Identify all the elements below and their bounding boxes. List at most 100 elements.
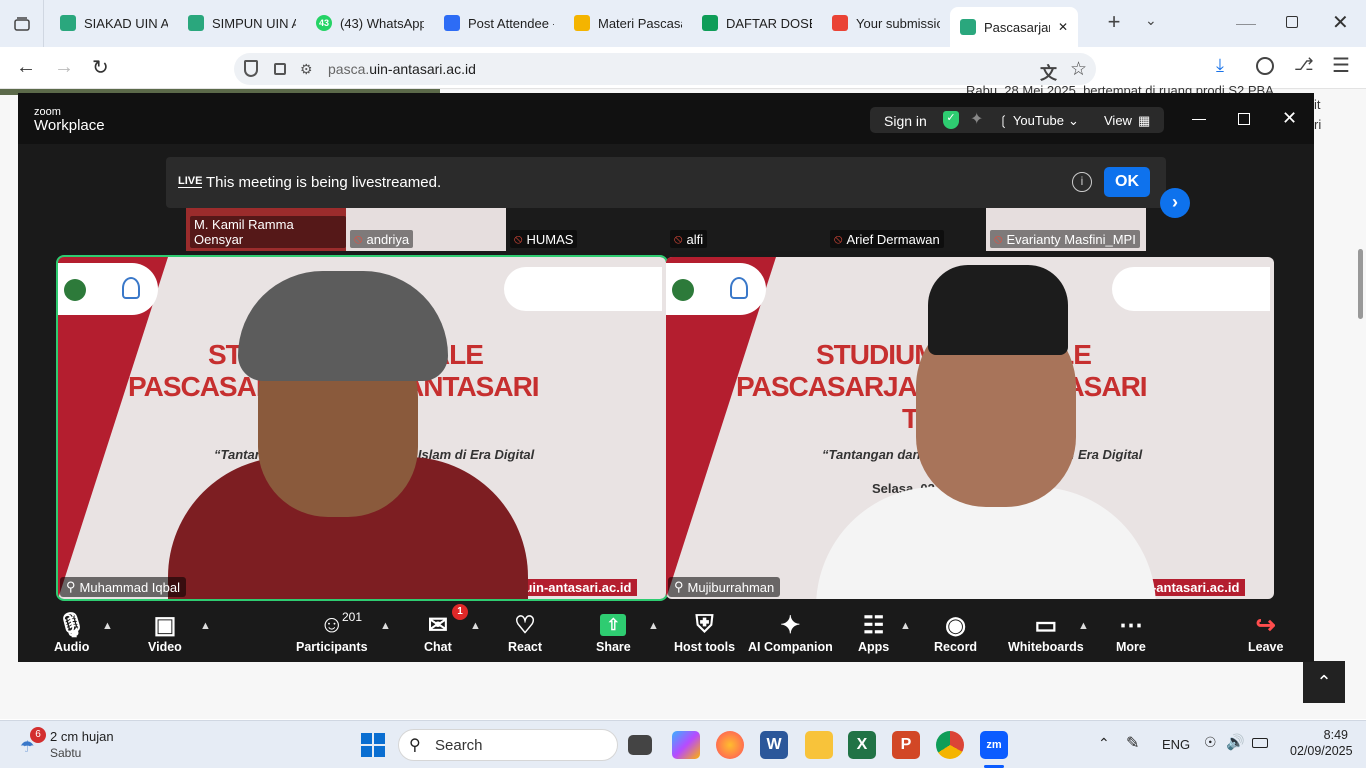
browser-tab[interactable]: SIMPUN UIN An [178, 5, 306, 41]
whiteboards-options-caret-icon[interactable]: ▲ [1078, 620, 1089, 632]
zoom-taskbar-icon[interactable]: zm [980, 731, 1008, 759]
file-explorer-icon[interactable] [805, 731, 833, 759]
browser-tab[interactable]: 43 (43) WhatsApp [306, 5, 434, 41]
chat-button[interactable]: ✉ Chat 1 [424, 604, 468, 654]
weather-widget[interactable]: ☂ 6 2 cm hujan Sabtu [14, 727, 134, 763]
share-button[interactable]: ⇧ Share [596, 610, 631, 654]
participant-thumbnail[interactable]: M. Kamil Ramma Oensyar [186, 207, 346, 251]
address-bar[interactable]: ⚙ pasca.uin-antasari.ac.id 文 ☆ [234, 53, 1096, 85]
site-settings-icon[interactable]: ⚙ [300, 61, 313, 78]
profile-icon[interactable] [1256, 57, 1274, 75]
clock[interactable]: 8:49 02/09/2025 [1290, 727, 1353, 759]
volume-icon[interactable]: 🔊 [1226, 733, 1245, 751]
apps-options-caret-icon[interactable]: ▲ [900, 620, 911, 632]
participant-name: ⦸ HUMAS [510, 230, 578, 248]
main-video-tile[interactable]: STUDIUM GENERALE PASCASARJANA UIN ANTASA… [666, 257, 1274, 599]
participant-thumbnail[interactable]: ⦸ Evarianty Masfini_MPI [986, 207, 1146, 251]
close-tab-icon[interactable]: ✕ [1058, 20, 1068, 34]
battery-icon[interactable] [1252, 738, 1268, 748]
zoom-minimize-button[interactable] [1192, 119, 1206, 120]
record-button[interactable]: ◉ Record [934, 610, 977, 655]
video-options-caret-icon[interactable]: ▲ [200, 620, 211, 632]
maximize-window-button[interactable] [1286, 16, 1298, 28]
word-icon[interactable]: W [760, 731, 788, 759]
main-video-tile[interactable]: STUDIUM GENERALE PASCASARJANA UIN ANTASA… [56, 255, 668, 601]
tab-label: Your submission [856, 15, 940, 31]
chrome-icon[interactable] [936, 731, 964, 759]
participant-name: ⦸ andriya [350, 230, 414, 248]
forward-arrow-icon[interactable]: → [54, 56, 74, 79]
audio-options-caret-icon[interactable]: ▲ [102, 620, 113, 632]
audio-button[interactable]: 🎙 Audio [54, 610, 89, 655]
participant-thumbnail[interactable]: ⦸ HUMAS [506, 207, 666, 251]
chat-options-caret-icon[interactable]: ▲ [470, 620, 481, 632]
zoom-maximize-button[interactable] [1238, 113, 1250, 125]
host-tools-button[interactable]: ⛨ Host tools [674, 610, 735, 654]
video-button[interactable]: ▣ Video [148, 610, 182, 655]
back-arrow-icon[interactable]: ← [16, 56, 36, 79]
extensions-icon[interactable]: ⎇ [1294, 55, 1314, 75]
youtube-stream-button[interactable]: ❲ YouTube ⌄ [998, 113, 1079, 129]
pin-icon: ⚲ [674, 579, 684, 594]
security-shield-icon[interactable]: ✓ [943, 111, 959, 129]
new-tab-button[interactable]: + [1100, 8, 1128, 36]
task-view-icon[interactable] [628, 735, 652, 755]
minimize-window-button[interactable] [1236, 15, 1256, 25]
share-options-caret-icon[interactable]: ▲ [648, 620, 659, 632]
uin-icon [960, 19, 976, 35]
wifi-icon[interactable]: ☉ [1204, 734, 1217, 751]
browser-tab[interactable]: SIAKAD UIN Ant [50, 5, 178, 41]
view-button[interactable]: View ▦ [1104, 113, 1150, 129]
reload-icon[interactable]: ↻ [92, 55, 109, 80]
download-icon[interactable]: ⤓ [1216, 55, 1224, 76]
close-window-button[interactable]: ✕ [1332, 10, 1349, 35]
participant-thumbnail[interactable]: ⦸ alfi [666, 207, 826, 251]
back-to-top-button[interactable]: ⌃ [1303, 661, 1345, 703]
powerpoint-icon[interactable]: P [892, 731, 920, 759]
zoom-close-button[interactable]: ✕ [1282, 108, 1297, 129]
language-indicator[interactable]: ENG [1162, 737, 1190, 752]
lock-icon[interactable] [274, 63, 286, 75]
pin-icon: ⚲ [66, 579, 76, 594]
translate-icon[interactable]: 文 [1040, 59, 1057, 84]
copilot-icon[interactable] [672, 731, 700, 759]
leave-button[interactable]: ↪ Leave [1248, 610, 1283, 655]
participant-thumbnail[interactable]: ⦸ andriya [346, 207, 506, 251]
info-icon[interactable]: i [1072, 172, 1092, 192]
participant-thumbnail[interactable]: ⦸ Arief Dermawan [826, 207, 986, 251]
taskbar-search-box[interactable]: ⚲ Search [398, 729, 618, 761]
browser-tab[interactable]: Your submission [822, 5, 950, 41]
next-page-arrow-button[interactable]: › [1160, 188, 1190, 218]
show-hidden-icons-chevron-icon[interactable]: ⌃ [1098, 735, 1110, 752]
whiteboards-label: Whiteboards [1008, 640, 1084, 654]
menu-icon[interactable]: ☰ [1332, 53, 1350, 78]
participants-options-caret-icon[interactable]: ▲ [380, 620, 391, 632]
whiteboards-button[interactable]: ▭ Whiteboards [1008, 610, 1084, 655]
page-scrollbar[interactable] [1358, 249, 1363, 319]
sign-in-button[interactable]: Sign in [884, 113, 927, 129]
star-icon[interactable]: ☆ [1070, 58, 1087, 81]
video-camera-icon: ▣ [153, 611, 177, 639]
tab-actions-icon[interactable] [0, 0, 44, 47]
browser-tab[interactable]: Pascasarjana ✕ [950, 7, 1078, 47]
uin-icon [60, 15, 76, 31]
chat-badge: 1 [452, 604, 468, 620]
firefox-icon[interactable] [716, 731, 744, 759]
muted-mic-icon: ⦸ [994, 231, 1003, 246]
apps-button[interactable]: ☷ Apps [858, 610, 889, 655]
browser-tab[interactable]: Materi Pascasarj [564, 5, 692, 41]
tab-list-chevron-icon[interactable]: ⌄ [1145, 12, 1157, 29]
participants-button[interactable]: ☺ Participants 201 [296, 610, 368, 654]
ai-companion-button[interactable]: ✦ AI Companion [748, 610, 833, 655]
pen-icon[interactable]: ✎ [1126, 733, 1139, 753]
live-badge: LIVE [178, 175, 203, 188]
excel-icon[interactable]: X [848, 731, 876, 759]
start-button[interactable] [361, 733, 385, 757]
sparkle-icon[interactable]: ✦ [970, 109, 983, 129]
react-button[interactable]: ♡ React [508, 610, 542, 655]
browser-tab[interactable]: DAFTAR DOSEN [692, 5, 822, 41]
more-button[interactable]: ⋯ More [1116, 610, 1146, 655]
browser-tab[interactable]: Post Attendee - [434, 5, 564, 41]
ok-button[interactable]: OK [1104, 167, 1150, 197]
whiteboard-icon: ▭ [1034, 611, 1058, 639]
